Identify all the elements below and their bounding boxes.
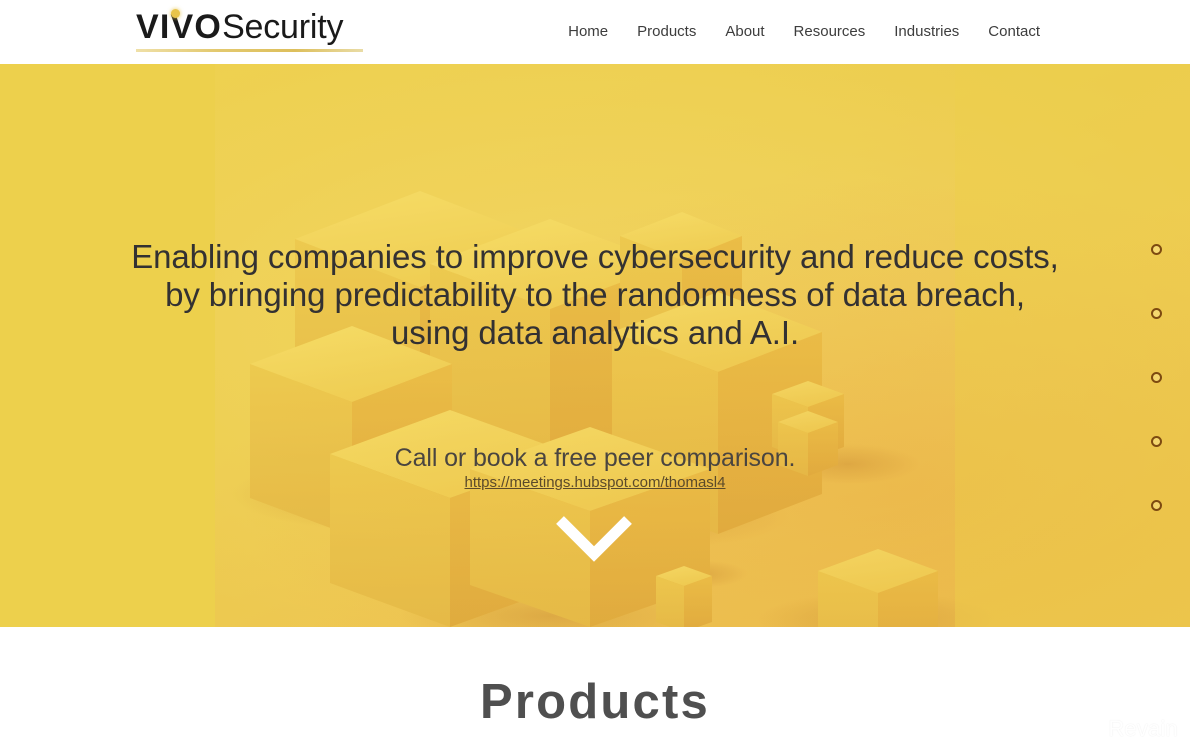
nav-item-products[interactable]: Products [637,21,696,43]
site-header: VIVOSecurity Home Products About Resourc… [0,0,1190,64]
hero-section: Enabling companies to improve cybersecur… [0,64,1190,627]
nav-item-about[interactable]: About [725,21,764,43]
revain-watermark: Revain [1067,713,1178,745]
dot-nav-item-3[interactable] [1151,372,1162,383]
hero-content: Enabling companies to improve cybersecur… [0,64,1190,627]
hero-headline-line-3: using data analytics and A.I. [390,314,800,351]
logo-dot-icon [171,9,180,18]
dot-nav-item-1[interactable] [1151,244,1162,255]
dot-nav-item-2[interactable] [1151,308,1162,319]
revain-watermark-label: Revain [1108,716,1178,741]
products-heading: Products [480,675,710,729]
scroll-down-chevron-icon[interactable] [552,512,636,562]
hero-subtext: Call or book a free peer comparison. [394,444,796,472]
hubspot-meeting-link[interactable]: https://meetings.hubspot.com/thomasl4 [465,474,726,491]
revain-logo-icon [1067,713,1099,745]
products-section: Products [0,627,1190,753]
page-root: VIVOSecurity Home Products About Resourc… [0,0,1190,753]
hero-headline-line-2: by bringing predictability to the random… [165,276,1025,313]
hero-link-wrapper: https://meetings.hubspot.com/thomasl4 [0,473,1190,493]
hero-headline-line-1: Enabling companies to improve cybersecur… [131,238,1059,275]
dot-nav-item-5[interactable] [1151,500,1162,511]
main-navigation: Home Products About Resources Industries… [568,21,1040,43]
nav-item-contact[interactable]: Contact [988,21,1040,43]
nav-item-industries[interactable]: Industries [894,21,959,43]
logo-underline [136,49,363,52]
dot-nav-item-4[interactable] [1151,436,1162,447]
nav-item-resources[interactable]: Resources [794,21,866,43]
hero-headline: Enabling companies to improve cybersecur… [0,238,1190,352]
section-dot-navigation [1151,244,1167,511]
nav-item-home[interactable]: Home [568,21,608,43]
site-logo[interactable]: VIVOSecurity [136,8,364,52]
logo-brand-light: Security [222,8,344,46]
